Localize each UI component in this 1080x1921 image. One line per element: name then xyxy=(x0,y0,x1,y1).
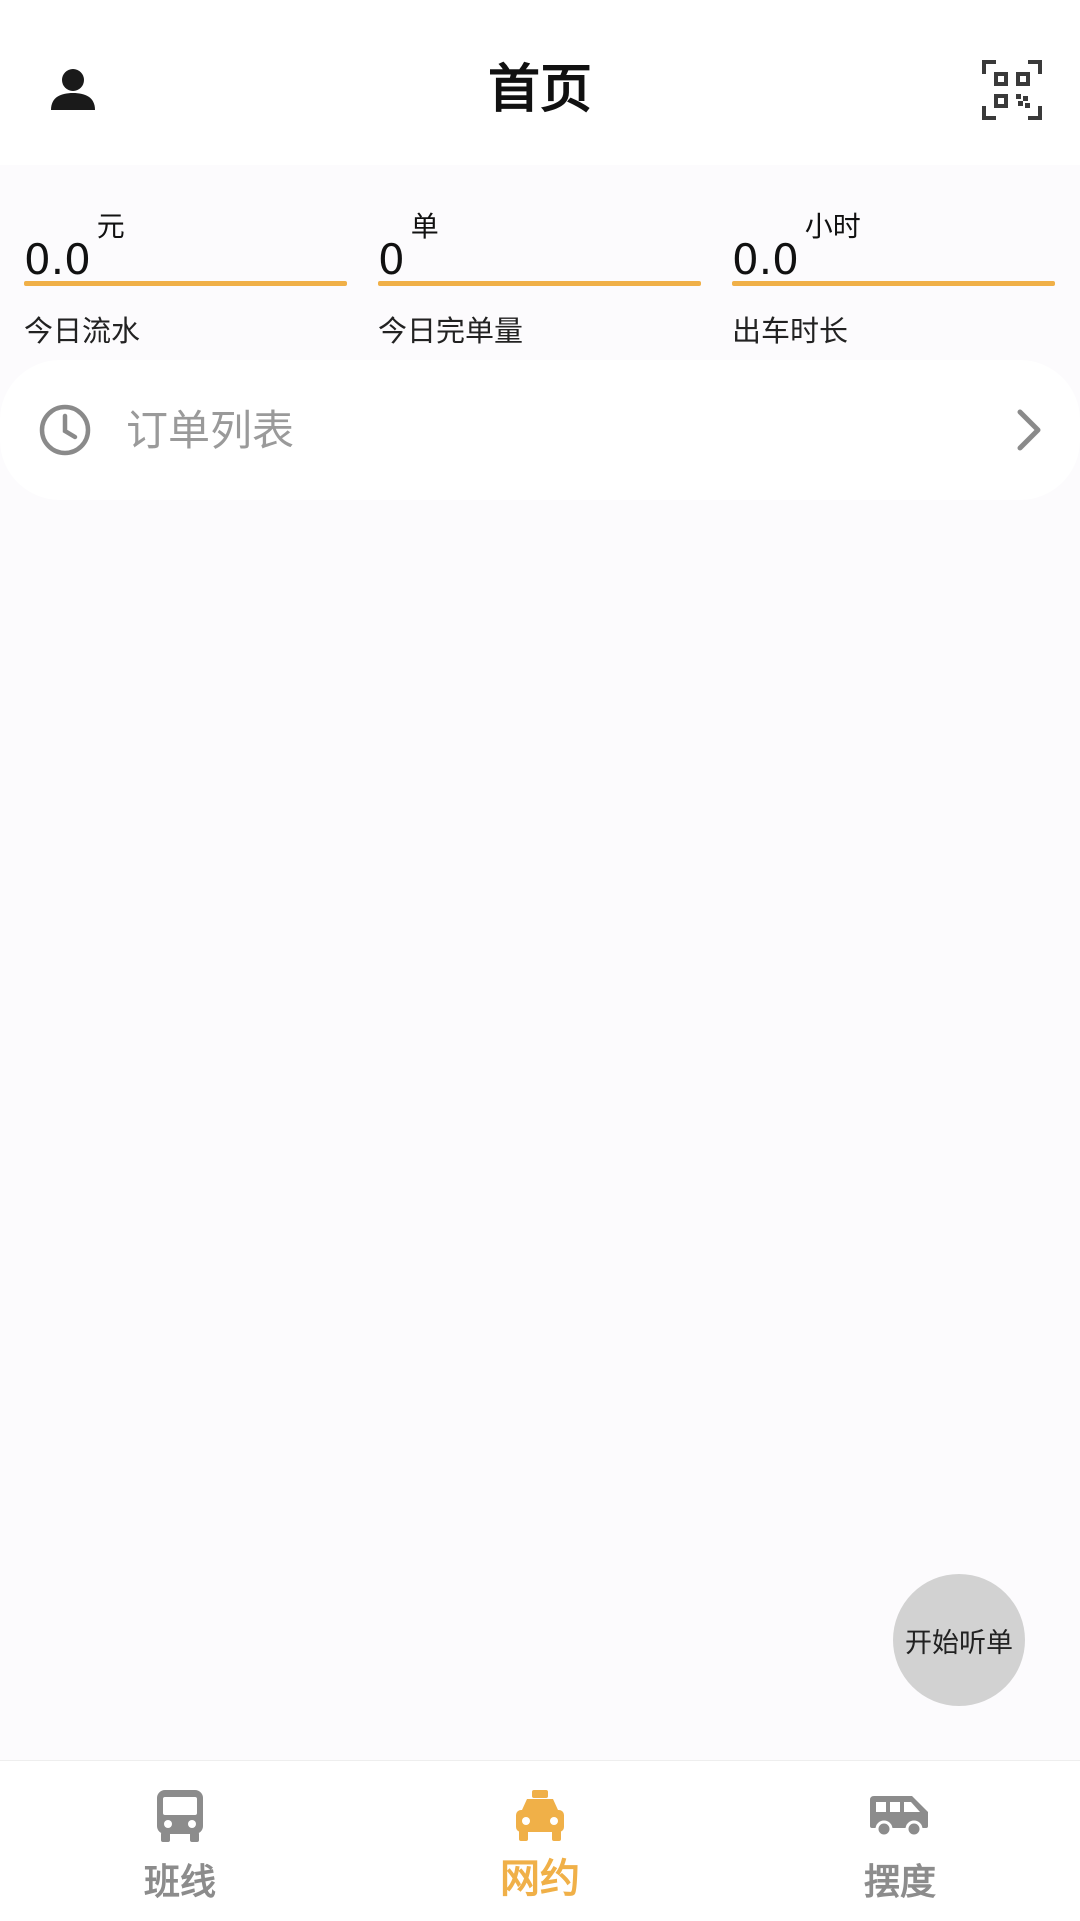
order-list-row[interactable]: 订单列表 xyxy=(0,360,1080,500)
tab-ride-hailing[interactable]: 网约 xyxy=(360,1761,720,1921)
stats-panel: 0.0 元 今日流水 0 单 今日完单量 0.0 小时 出车时长 xyxy=(0,165,1080,365)
stat-unit: 单 xyxy=(410,210,439,243)
qr-scan-icon xyxy=(982,60,1042,120)
start-listening-button[interactable]: 开始听单 xyxy=(893,1574,1025,1706)
clock-icon xyxy=(39,404,91,456)
stat-label: 出车时长 xyxy=(732,314,849,348)
tab-shuttle[interactable]: 摆度 xyxy=(720,1761,1080,1921)
stat-underline xyxy=(732,281,1055,286)
page-title: 首页 xyxy=(487,60,592,120)
bottom-tab-bar: 班线 网约 摆度 xyxy=(0,1760,1080,1921)
tab-label: 班线 xyxy=(143,1862,216,1903)
chevron-right-icon xyxy=(1017,409,1041,451)
stat-value: 0.0 xyxy=(732,235,799,284)
stat-unit: 元 xyxy=(96,210,125,243)
stat-underline xyxy=(24,281,347,286)
top-bar: 首页 xyxy=(0,0,1080,165)
tab-label: 网约 xyxy=(500,1856,580,1902)
stat-value: 0 xyxy=(378,235,405,284)
taxi-icon xyxy=(516,1790,564,1841)
scan-button[interactable] xyxy=(974,52,1050,128)
stat-underline xyxy=(378,281,701,286)
van-icon xyxy=(870,1796,928,1838)
stat-unit: 小时 xyxy=(804,210,861,243)
stat-daily-income: 0.0 元 今日流水 xyxy=(24,165,349,365)
stat-value: 0.0 xyxy=(24,235,91,284)
stat-label: 今日流水 xyxy=(24,314,141,348)
tab-label: 摆度 xyxy=(863,1862,936,1903)
stat-driving-hours: 0.0 小时 出车时长 xyxy=(732,165,1057,365)
tab-bus-line[interactable]: 班线 xyxy=(0,1761,360,1921)
stat-label: 今日完单量 xyxy=(378,314,524,348)
stat-completed-orders: 0 单 今日完单量 xyxy=(378,165,703,365)
bus-icon xyxy=(157,1790,203,1842)
order-list-label: 订单列表 xyxy=(126,406,295,455)
